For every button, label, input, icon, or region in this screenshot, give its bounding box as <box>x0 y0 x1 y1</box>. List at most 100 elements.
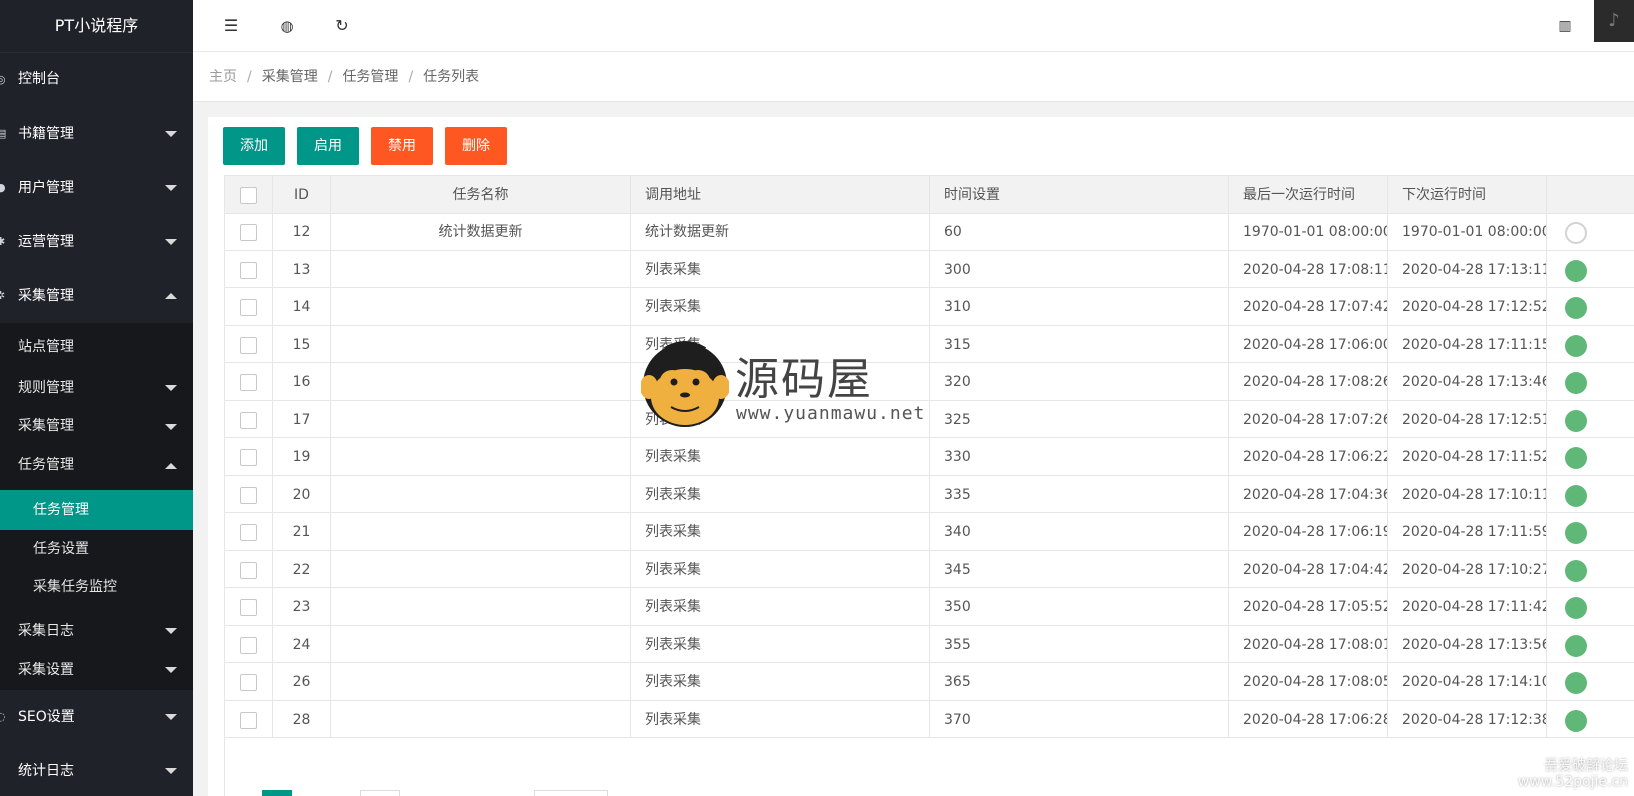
page-button[interactable] <box>534 790 608 796</box>
status-toggle[interactable] <box>1565 634 1587 657</box>
sub-task-monitor[interactable]: 采集任务监控 <box>0 568 193 607</box>
table-row[interactable]: 14 列表采集 310 2020-04-28 17:07:42 2020-04-28 1… <box>225 288 1634 326</box>
row-checkbox[interactable] <box>240 411 257 429</box>
page-button[interactable] <box>360 790 400 796</box>
col-name[interactable]: 任务名称 <box>331 176 631 213</box>
status-toggle[interactable] <box>1565 672 1587 694</box>
task-table: ID 任务名称 调用地址 时间设置 最后一次运行时间 下次运行时间 11统计数据… <box>224 175 1634 796</box>
cell-status <box>1547 551 1634 588</box>
status-toggle[interactable] <box>1565 259 1587 282</box>
forum-url: www.52pojie.cn <box>1517 774 1628 790</box>
table-row[interactable]: 20 列表采集 335 2020-04-28 17:04:36 2020-04-28 1… <box>225 475 1634 513</box>
col-next-run[interactable]: 下次运行时间 <box>1388 176 1547 213</box>
nav-dashboard[interactable]: ◎ 控制台 <box>0 52 193 107</box>
notes-icon[interactable]: ▥ <box>1553 14 1577 38</box>
sub-collect-manage[interactable]: 采集管理 <box>0 407 193 446</box>
nav-users[interactable]: ● 用户管理 <box>0 161 193 215</box>
status-toggle[interactable] <box>1565 372 1587 394</box>
gear-icon: ✲ <box>0 289 6 302</box>
row-checkbox[interactable] <box>240 561 257 579</box>
nav-stats-log[interactable]: 统计日志 <box>0 744 193 796</box>
add-button[interactable]: 添加 <box>223 127 285 165</box>
table-row[interactable]: 21 列表采集 340 2020-04-28 17:06:19 2020-04-28 1… <box>225 513 1634 551</box>
table-row[interactable]: 15 列表采集 315 2020-04-28 17:06:00 2020-04-28 1… <box>225 325 1634 363</box>
row-checkbox[interactable] <box>240 449 257 466</box>
status-toggle[interactable] <box>1565 222 1587 244</box>
breadcrumb-home[interactable]: 主页 <box>209 69 237 85</box>
sub-collect-settings[interactable]: 采集设置 <box>0 650 193 690</box>
cell-name <box>331 363 631 400</box>
row-checkbox[interactable] <box>240 674 257 691</box>
row-checkbox-cell <box>225 475 273 512</box>
table-row[interactable]: 26 列表采集 365 2020-04-28 17:08:05 2020-04-28 1… <box>225 663 1634 701</box>
cell-next-run: 2020-04-28 17:11:42 <box>1388 588 1547 625</box>
row-checkbox-cell <box>225 250 273 287</box>
row-checkbox[interactable] <box>240 374 257 391</box>
table-row[interactable]: 24 列表采集 355 2020-04-28 17:08:01 2020-04-28 1… <box>225 625 1634 663</box>
refresh-icon[interactable]: ↻ <box>330 14 354 38</box>
breadcrumb-task[interactable]: 任务管理 <box>342 69 398 85</box>
col-id[interactable]: ID <box>273 176 331 213</box>
col-last-run[interactable]: 最后一次运行时间 <box>1229 176 1388 213</box>
status-toggle[interactable] <box>1565 409 1587 432</box>
sub-task-list[interactable]: 任务管理 <box>0 490 193 530</box>
cell-time: 365 <box>930 663 1229 700</box>
cell-id: 17 <box>273 400 331 437</box>
enable-button[interactable]: 启用 <box>297 127 359 165</box>
cell-next-run: 2020-04-28 17:11:15 <box>1388 325 1547 362</box>
menu-collapse-icon[interactable]: ☰ <box>219 14 243 38</box>
sub-task-manage[interactable]: 任务管理 <box>0 446 193 485</box>
sub-collect-log[interactable]: 采集日志 <box>0 612 193 650</box>
app-logo[interactable]: PT小说程序 <box>0 0 193 52</box>
disable-button[interactable]: 禁用 <box>371 127 433 165</box>
row-checkbox[interactable] <box>240 336 257 354</box>
breadcrumb-collect[interactable]: 采集管理 <box>262 69 318 85</box>
delete-button[interactable]: 删除 <box>445 127 507 165</box>
table-row[interactable]: 13 列表采集 300 2020-04-28 17:08:11 2020-04-28 1… <box>225 250 1634 288</box>
cell-next-run: 2020-04-28 17:13:46 <box>1388 363 1547 400</box>
nav-seo[interactable]: ◌ SEO设置 <box>0 690 193 744</box>
nav-collect[interactable]: ✲ 采集管理 <box>0 269 193 323</box>
table-row[interactable]: 17 列表采集 325 2020-04-28 17:07:26 2020-04-28 1… <box>225 400 1634 438</box>
status-toggle[interactable] <box>1565 447 1587 469</box>
table-row[interactable]: 28 列表采集 370 2020-04-28 17:06:28 2020-04-28 1… <box>225 700 1634 738</box>
sub-task-settings[interactable]: 任务设置 <box>0 530 193 568</box>
nav-operations[interactable]: ✱ 运营管理 <box>0 215 193 269</box>
row-checkbox[interactable] <box>240 486 257 504</box>
row-checkbox[interactable] <box>240 636 257 654</box>
status-toggle[interactable] <box>1565 334 1587 357</box>
nav-books[interactable]: ▤ 书籍管理 <box>0 107 193 161</box>
select-all-checkbox[interactable] <box>240 187 257 204</box>
table-row[interactable]: 23 列表采集 350 2020-04-28 17:05:52 2020-04-28 1… <box>225 588 1634 626</box>
sub-rule-manage[interactable]: 规则管理 <box>0 369 193 407</box>
cell-status <box>1547 213 1634 250</box>
table-row[interactable]: 12 统计数据更新 统计数据更新 60 1970-01-01 08:00:00 1970-… <box>225 213 1634 251</box>
row-checkbox[interactable] <box>240 261 257 279</box>
sub-site-manage[interactable]: 站点管理 <box>0 326 193 369</box>
col-url[interactable]: 调用地址 <box>631 176 930 213</box>
row-checkbox[interactable] <box>240 299 257 316</box>
cell-next-run: 2020-04-28 17:10:27 <box>1388 550 1547 587</box>
globe-icon[interactable]: ◍ <box>275 14 299 38</box>
status-toggle[interactable] <box>1565 297 1587 319</box>
row-checkbox[interactable] <box>240 524 257 541</box>
status-toggle[interactable] <box>1565 597 1587 619</box>
page-button[interactable] <box>262 790 292 796</box>
table-row[interactable]: 22 列表采集 345 2020-04-28 17:04:42 2020-04-28 1… <box>225 550 1634 588</box>
status-toggle[interactable] <box>1565 709 1587 732</box>
music-icon[interactable]: ♪ <box>1594 0 1634 42</box>
status-toggle[interactable] <box>1565 522 1587 544</box>
cell-last-run: 2020-04-28 17:08:01 <box>1229 625 1388 662</box>
col-time[interactable]: 时间设置 <box>930 176 1229 213</box>
row-checkbox[interactable] <box>240 599 257 616</box>
table-row[interactable]: 16 列表采集 320 2020-04-28 17:08:26 2020-04-28 1… <box>225 363 1634 401</box>
status-toggle[interactable] <box>1565 484 1587 507</box>
table-row[interactable]: 19 列表采集 330 2020-04-28 17:06:22 2020-04-28 1… <box>225 438 1634 476</box>
row-checkbox[interactable] <box>240 711 257 729</box>
cell-url: 列表采集 <box>631 700 930 737</box>
cell-status <box>1547 326 1634 363</box>
sub-label: 采集管理 <box>18 418 74 434</box>
row-checkbox[interactable] <box>240 224 257 241</box>
status-toggle[interactable] <box>1565 559 1587 582</box>
cell-next-run: 2020-04-28 17:12:51 <box>1388 400 1547 437</box>
